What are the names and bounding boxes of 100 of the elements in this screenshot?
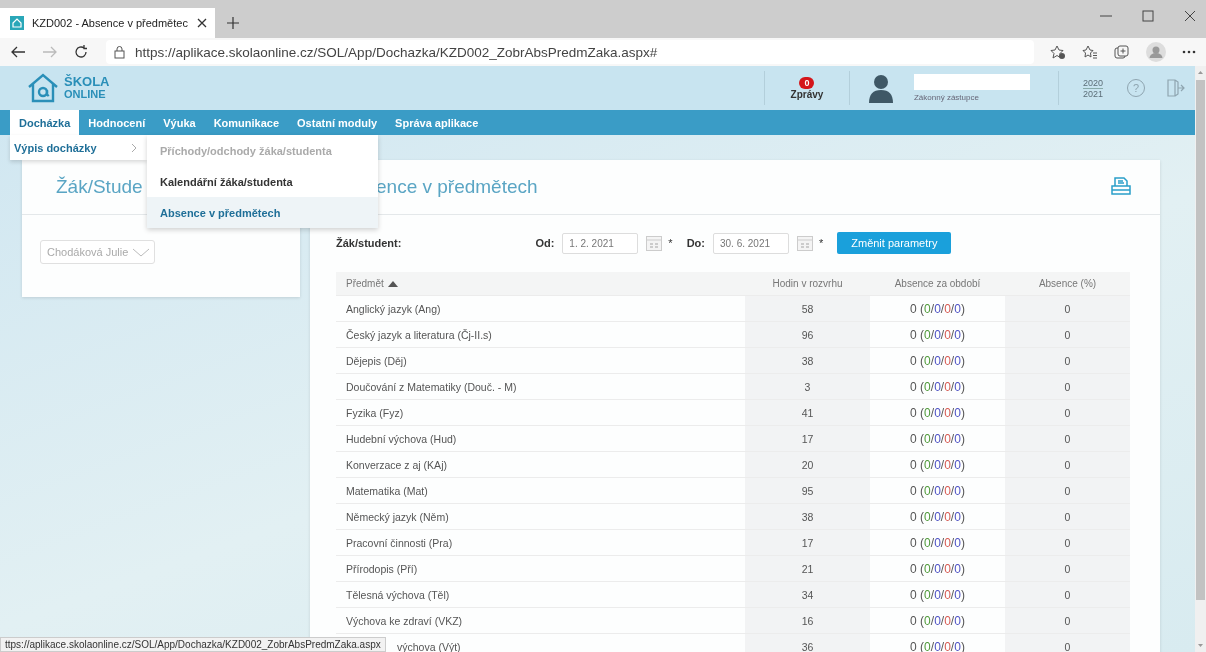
student-dropdown[interactable]: Chodáková Julie	[40, 240, 156, 264]
submenu-item[interactable]: Absence v předmětech	[147, 197, 378, 228]
table-cell: 0	[1064, 588, 1071, 601]
column-header[interactable]: Předmět	[346, 278, 384, 289]
table-cell: Fyzika (Fyz)	[346, 406, 404, 419]
table-cell: 0	[1064, 380, 1071, 393]
column-header[interactable]: Hodin v rozvrhu	[772, 278, 843, 289]
date-field[interactable]: 30. 6. 2021	[712, 232, 789, 254]
table-cell: 36	[801, 640, 814, 652]
table-cell: 0 (0/0/0/0)	[910, 535, 965, 550]
table-cell: 0	[1064, 614, 1071, 627]
school-year-button[interactable]: 2020 2021	[1082, 77, 1103, 99]
date-field[interactable]: 1. 2. 2021	[562, 232, 639, 254]
table-cell: 58	[801, 302, 814, 315]
nav-tab[interactable]: Správa aplikace	[386, 110, 488, 135]
table-cell: 16	[801, 614, 814, 627]
nav-tab[interactable]: Výuka	[154, 110, 205, 135]
table-cell: Pracovní činnosti (Pra)	[346, 536, 453, 549]
date-label: Od:	[535, 237, 555, 249]
message-count-badge: 0	[799, 76, 815, 89]
table-cell: 21	[801, 562, 814, 575]
table-cell: 34	[801, 588, 814, 601]
favorites-icon[interactable]	[1082, 45, 1098, 59]
nav-tab[interactable]: Ostatní moduly	[288, 110, 387, 135]
table-cell: 17	[801, 536, 814, 549]
table-cell: 96	[801, 328, 814, 341]
table-cell: 0 (0/0/0/0)	[910, 613, 965, 628]
table-cell: 0	[1064, 536, 1071, 549]
table-cell: 0 (0/0/0/0)	[910, 379, 965, 394]
table-cell: 38	[801, 354, 814, 367]
table-cell: 0 (0/0/0/0)	[910, 457, 965, 472]
table-cell: Anglický jazyk (Ang)	[346, 302, 441, 315]
back-icon[interactable]	[10, 46, 26, 58]
table-cell: Tělesná výchova (Těl)	[346, 588, 450, 601]
address-field[interactable]: https://aplikace.skolaonline.cz/SOL/App/Dochazka/KZD002_ZobrAbsPredmZaka.aspx#	[106, 40, 1034, 64]
nav-tab[interactable]: Komunikace	[204, 110, 289, 135]
table-cell: 0	[1064, 510, 1071, 523]
table-cell: 0 (0/0/0/0)	[910, 483, 965, 498]
panel-title: Žák/Stude	[56, 176, 143, 198]
table-cell: Výchova ke zdraví (VKZ)	[346, 614, 463, 627]
table-cell: 0	[1064, 458, 1071, 471]
site-icon	[10, 16, 24, 30]
table-cell: 0	[1064, 484, 1071, 497]
maximize-icon[interactable]	[1142, 10, 1154, 22]
table-cell: 0 (0/0/0/0)	[910, 587, 965, 602]
house-at-icon[interactable]	[26, 72, 60, 104]
table-cell: 0 (0/0/0/0)	[910, 405, 965, 420]
profile-avatar-icon[interactable]	[1146, 42, 1166, 62]
student-label: Žák/student:	[336, 237, 402, 249]
table-cell: 0	[1064, 328, 1071, 341]
table-cell: 0	[1064, 354, 1071, 367]
chevron-right-icon	[131, 142, 137, 153]
table-cell: Konverzace z aj (KAj)	[346, 458, 447, 471]
required-mark: *	[668, 237, 673, 249]
table-cell: 0	[1064, 302, 1071, 315]
page-title: ence v předmětech	[376, 176, 538, 198]
table-cell: 41	[801, 406, 814, 419]
menu-item[interactable]: Výpis docházky	[10, 135, 147, 160]
table-cell: Německý jazyk (Něm)	[346, 510, 449, 523]
table-cell: 17	[801, 432, 814, 445]
table-cell: 0	[1064, 432, 1071, 445]
date-label: Do:	[686, 237, 705, 249]
user-role: Zákonný zástupce	[913, 93, 980, 102]
table-cell: 0 (0/0/0/0)	[910, 509, 965, 524]
table-cell: 3	[804, 380, 811, 393]
required-mark: *	[818, 237, 824, 249]
printer-icon[interactable]	[1110, 177, 1132, 197]
column-header[interactable]: Absence (%)	[1038, 278, 1097, 289]
table-cell: 20	[801, 458, 814, 471]
close-icon[interactable]	[1184, 10, 1196, 22]
scrollbar-drawing[interactable]	[1195, 66, 1206, 652]
table-cell: 0	[1064, 562, 1071, 575]
submenu-item[interactable]: Kalendářní žáka/studenta	[147, 166, 378, 197]
close-icon[interactable]	[197, 18, 207, 28]
column-header[interactable]: Absence za období	[894, 278, 981, 289]
status-url: ttps://aplikace.skolaonline.cz/SOL/App/Dochazka/KZD002_ZobrAbsPredmZaka.aspx	[0, 637, 386, 652]
change-parameters-button[interactable]: Změnit parametry	[837, 232, 952, 254]
table-cell: Dějepis (Děj)	[346, 354, 407, 367]
reload-icon[interactable]	[74, 45, 88, 59]
lock-icon	[114, 45, 125, 59]
sort-up-icon[interactable]	[387, 280, 398, 287]
table-cell: 0 (0/0/0/0)	[910, 353, 965, 368]
browser-tab[interactable]: KZD002 - Absence v předmětec	[0, 8, 215, 38]
messages-label: Zprávy	[790, 88, 824, 100]
new-tab-icon[interactable]	[227, 17, 239, 29]
table-cell: Matematika (Mat)	[346, 484, 428, 497]
table-cell: Hudební výchova (Hud)	[346, 432, 457, 445]
tab-title: KZD002 - Absence v předmětec	[32, 17, 189, 29]
table-cell: výchova (Výt)	[397, 640, 461, 652]
url-text: https://aplikace.skolaonline.cz/SOL/App/Dochazka/KZD002_ZobrAbsPredmZaka.aspx#	[135, 44, 658, 60]
messages-button[interactable]: 0 Zprávy	[763, 71, 850, 105]
more-icon[interactable]	[1182, 50, 1196, 54]
table-cell: 0 (0/0/0/0)	[910, 327, 965, 342]
nav-tab[interactable]: Hodnocení	[79, 110, 155, 135]
table-cell: 0 (0/0/0/0)	[910, 301, 965, 316]
nav-tab[interactable]: Docházka	[10, 110, 80, 135]
table-cell: 0 (0/0/0/0)	[910, 431, 965, 446]
collections-icon[interactable]	[1114, 45, 1130, 59]
logo-text: ŠKOLA	[64, 76, 110, 88]
add-favorite-icon[interactable]	[1050, 45, 1066, 59]
